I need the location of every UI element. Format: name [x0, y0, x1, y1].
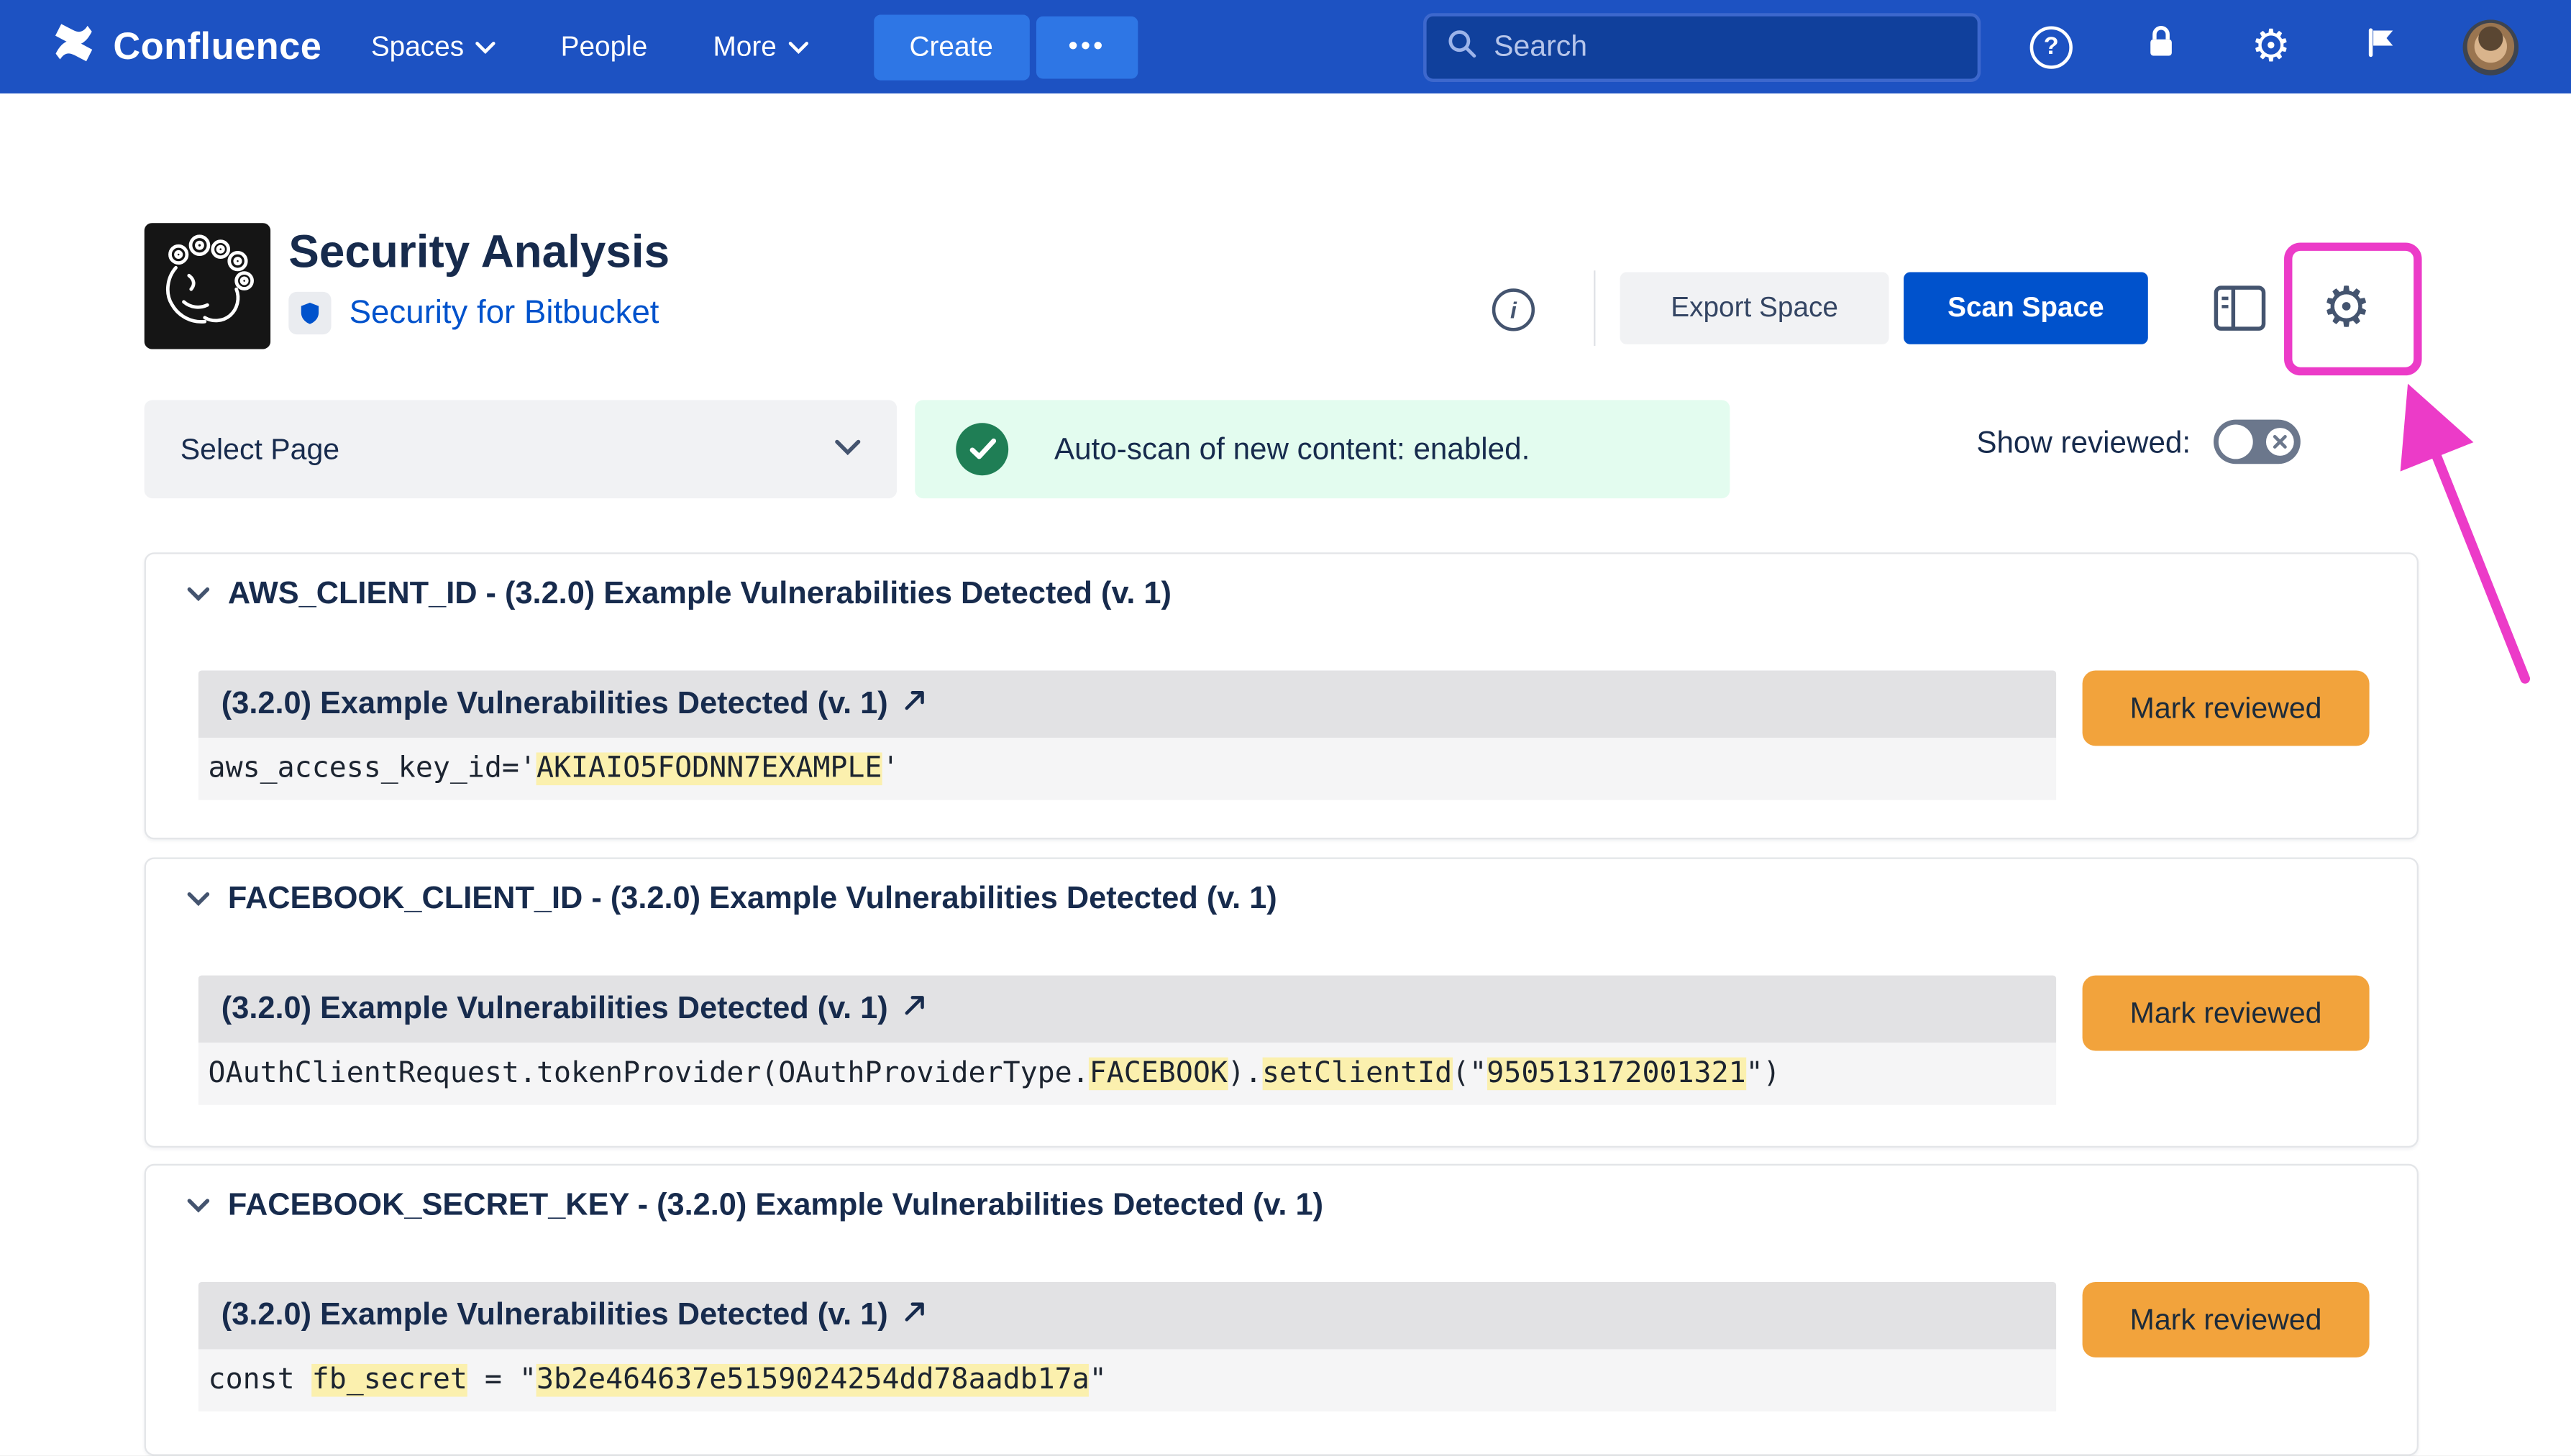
confluence-logo-icon: [49, 18, 98, 75]
finding-page-link[interactable]: (3.2.0) Example Vulnerabilities Detected…: [198, 671, 2056, 738]
finding-collapse-row[interactable]: FACEBOOK_CLIENT_ID - (3.2.0) Example Vul…: [187, 882, 1277, 918]
search-input[interactable]: [1494, 29, 1958, 64]
select-page-dropdown[interactable]: Select Page: [145, 400, 898, 498]
gear-icon: ⚙: [2251, 24, 2291, 69]
chevron-down-icon: [187, 1192, 210, 1222]
title-block: Security Analysis Security for Bitbucket: [288, 226, 670, 334]
export-space-button[interactable]: Export Space: [1620, 272, 1889, 344]
chevron-down-icon: [187, 885, 210, 915]
shield-icon: [288, 292, 331, 334]
profile-menu[interactable]: [2463, 19, 2519, 75]
chevron-down-icon: [788, 40, 808, 53]
autoscan-banner: Auto-scan of new content: enabled.: [915, 400, 1730, 498]
finding-page-link[interactable]: (3.2.0) Example Vulnerabilities Detected…: [198, 976, 2056, 1043]
nav-people-label: People: [561, 30, 648, 63]
chevron-down-icon: [475, 40, 495, 53]
finding-page-link-label: (3.2.0) Example Vulnerabilities Detected…: [222, 991, 888, 1027]
finding-card-facebook-client-id: FACEBOOK_CLIENT_ID - (3.2.0) Example Vul…: [145, 857, 2419, 1148]
whats-new-button[interactable]: [2353, 19, 2409, 75]
page-header: Security Analysis Security for Bitbucket…: [145, 223, 2419, 349]
show-reviewed-label: Show reviewed:: [1976, 423, 2191, 459]
finding-code-snippet: OAuthClientRequest.tokenProvider(OAuthPr…: [198, 1043, 2056, 1105]
nav-spaces-label: Spaces: [371, 30, 464, 63]
finding-collapse-row[interactable]: AWS_CLIENT_ID - (3.2.0) Example Vulnerab…: [187, 577, 1172, 613]
flag-icon: [2362, 24, 2398, 69]
overflow-menu-button[interactable]: •••: [1036, 16, 1138, 78]
external-link-icon: [903, 994, 926, 1025]
check-icon: [956, 423, 1008, 475]
brand-name: Confluence: [113, 24, 321, 69]
search-icon: [1446, 27, 1477, 67]
show-reviewed-control: Show reviewed:: [1976, 420, 2301, 464]
space-settings-button[interactable]: ⚙: [2309, 274, 2384, 343]
finding-code-snippet: aws_access_key_id='AKIAIO5FODNN7EXAMPLE': [198, 738, 2056, 800]
controls-row: Select Page Auto-scan of new content: en…: [145, 400, 2419, 498]
external-link-icon: [903, 1300, 926, 1331]
scan-space-button[interactable]: Scan Space: [1904, 272, 2148, 344]
external-link-icon: [903, 689, 926, 720]
lock-icon: [2142, 23, 2181, 70]
page-title: Security Analysis: [288, 226, 670, 279]
panels-icon: [2214, 285, 2266, 336]
toggle-knob: [2219, 425, 2253, 459]
finding-title: AWS_CLIENT_ID - (3.2.0) Example Vulnerab…: [228, 577, 1172, 613]
gear-icon: ⚙: [2321, 280, 2372, 336]
space-logo[interactable]: [145, 223, 271, 349]
settings-button[interactable]: ⚙: [2243, 19, 2299, 75]
nav-more-label: More: [713, 30, 777, 63]
mark-reviewed-button[interactable]: Mark reviewed: [2083, 976, 2370, 1051]
mark-reviewed-button[interactable]: Mark reviewed: [2083, 1282, 2370, 1357]
show-reviewed-toggle[interactable]: [2214, 420, 2301, 464]
finding-card-aws-client-id: AWS_CLIENT_ID - (3.2.0) Example Vulnerab…: [145, 552, 2419, 839]
info-icon: i: [1510, 297, 1517, 323]
finding-title: FACEBOOK_CLIENT_ID - (3.2.0) Example Vul…: [228, 882, 1277, 918]
search-box[interactable]: [1423, 12, 1981, 81]
nav-more[interactable]: More: [713, 30, 808, 63]
sidebar-toggle-button[interactable]: [2204, 277, 2275, 342]
finding-collapse-row[interactable]: FACEBOOK_SECRET_KEY - (3.2.0) Example Vu…: [187, 1189, 1323, 1224]
create-button[interactable]: Create: [873, 14, 1029, 79]
header-divider: [1594, 270, 1595, 346]
avatar: [2463, 19, 2519, 75]
confluence-brand[interactable]: Confluence: [49, 18, 321, 75]
finding-title: FACEBOOK_SECRET_KEY - (3.2.0) Example Vu…: [228, 1189, 1323, 1224]
finding-code-snippet: const fb_secret = "3b2e464637e5159024254…: [198, 1349, 2056, 1411]
mark-reviewed-button[interactable]: Mark reviewed: [2083, 671, 2370, 746]
confluence-page: Confluence Spaces People More Create •••: [0, 0, 2571, 1456]
autoscan-message: Auto-scan of new content: enabled.: [1054, 431, 1530, 467]
nav-spaces[interactable]: Spaces: [371, 30, 496, 63]
finding-page-link-label: (3.2.0) Example Vulnerabilities Detected…: [222, 1298, 888, 1334]
chevron-down-icon: [835, 434, 861, 464]
screenshot-viewport: Confluence Spaces People More Create •••: [0, 0, 2571, 1456]
navbar-right: ? ⚙: [1423, 12, 2571, 81]
finding-card-facebook-secret-key: FACEBOOK_SECRET_KEY - (3.2.0) Example Vu…: [145, 1164, 2419, 1456]
top-navbar: Confluence Spaces People More Create •••: [0, 0, 2571, 93]
admin-lock-button[interactable]: [2133, 19, 2189, 75]
chevron-down-icon: [187, 580, 210, 610]
space-breadcrumb: Security for Bitbucket: [288, 292, 670, 334]
select-page-label: Select Page: [181, 432, 339, 467]
nav-people[interactable]: People: [561, 30, 648, 63]
space-link[interactable]: Security for Bitbucket: [350, 294, 659, 331]
finding-page-link-label: (3.2.0) Example Vulnerabilities Detected…: [222, 686, 888, 722]
toggle-off-icon: [2266, 428, 2294, 456]
info-button[interactable]: i: [1492, 288, 1535, 331]
finding-page-link[interactable]: (3.2.0) Example Vulnerabilities Detected…: [198, 1282, 2056, 1349]
help-button[interactable]: ?: [2024, 19, 2080, 75]
question-icon: ?: [2030, 25, 2073, 68]
